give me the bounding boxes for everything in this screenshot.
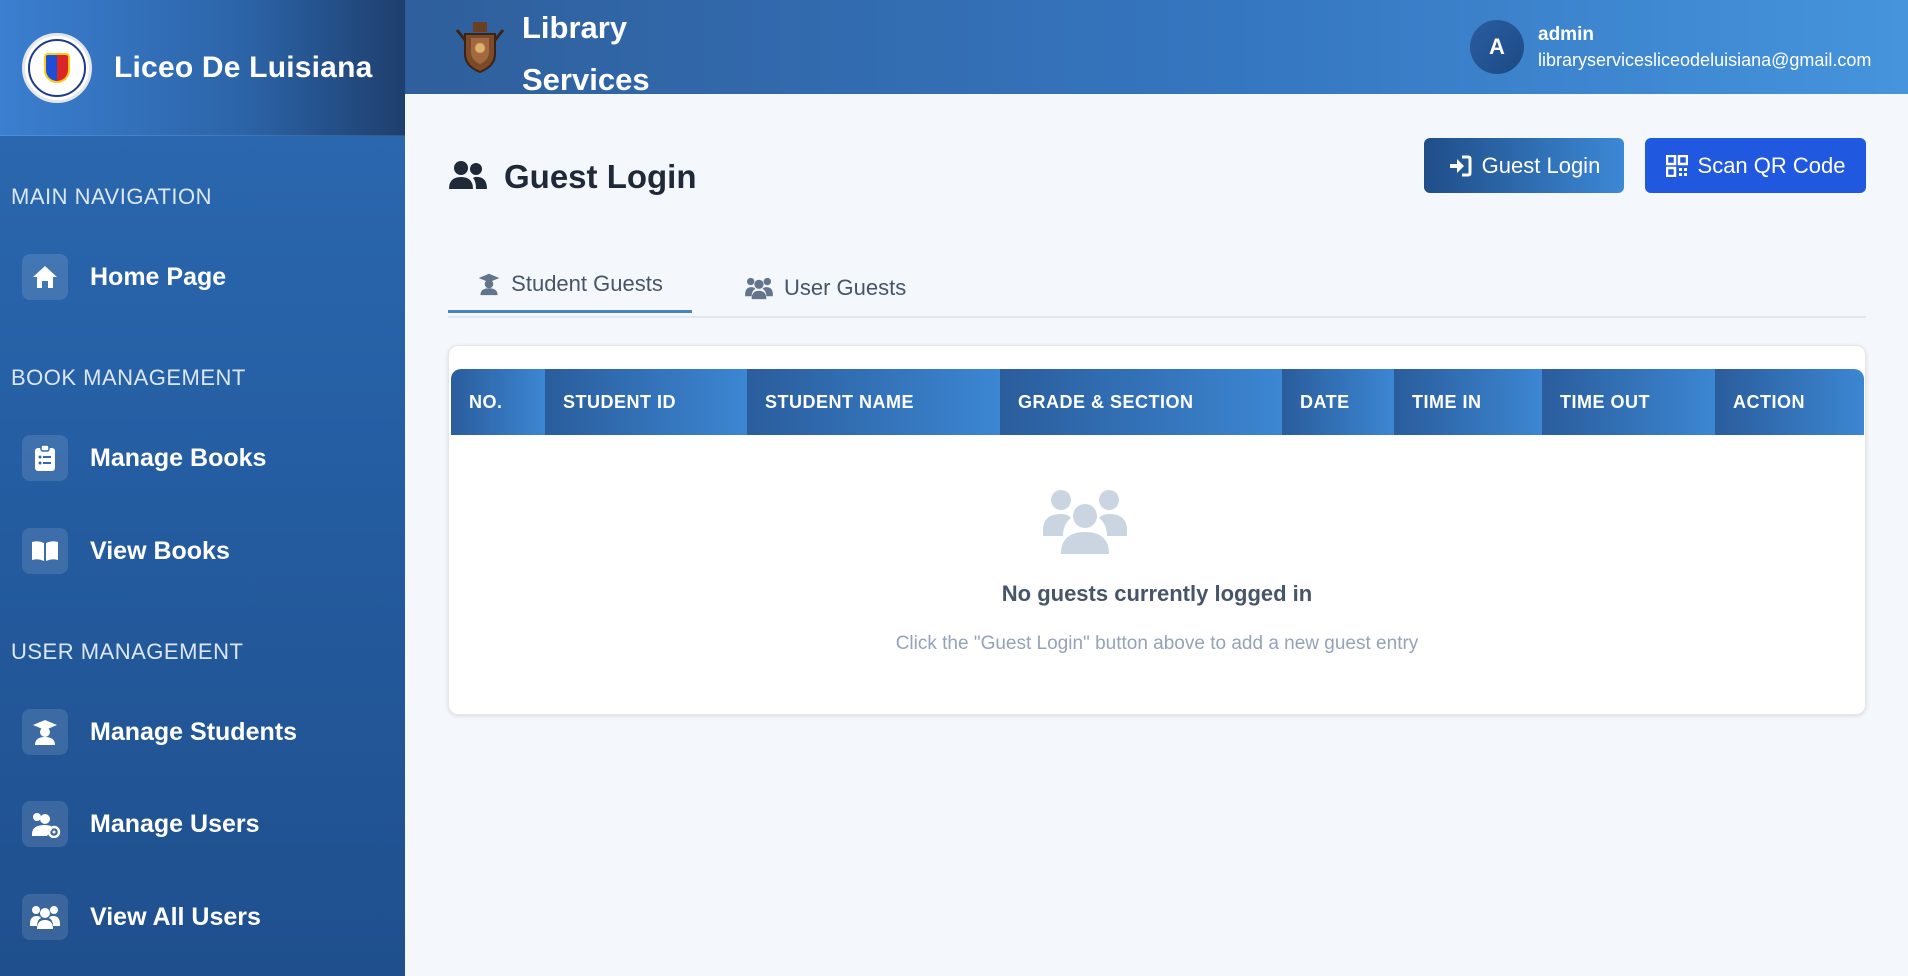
nav-section-main: MAIN NAVIGATION [11, 184, 213, 209]
home-icon [22, 254, 68, 300]
column-header: STUDENT ID [545, 369, 747, 435]
empty-state-title: No guests currently logged in [1001, 581, 1313, 606]
library-crest-logo [449, 16, 511, 74]
sidebar-item-manage-users[interactable]: Manage Users [22, 799, 260, 849]
empty-state-subtitle: Click the "Guest Login" button above to … [895, 633, 1419, 654]
column-header: TIME OUT [1542, 369, 1715, 435]
sidebar-item-label: Manage Users [90, 809, 260, 838]
clipboard-list-icon [22, 435, 68, 481]
top-bar: Library Services A admin libraryservices… [405, 0, 1908, 97]
app-title: Library Services [522, 10, 650, 97]
sidebar-item-label: Manage Students [90, 717, 297, 746]
column-header: NO. [451, 369, 545, 435]
tab-user-guests[interactable]: User Guests [744, 258, 906, 318]
users-icon [745, 277, 773, 300]
brand[interactable]: Liceo De Luisiana [0, 0, 405, 136]
users-gear-icon [22, 801, 68, 847]
sidebar-item-label: View Books [90, 536, 230, 565]
book-open-icon [22, 528, 68, 574]
sidebar: Liceo De Luisiana MAIN NAVIGATION Home P… [0, 0, 405, 976]
qr-code-icon [1665, 154, 1688, 177]
page-header: Guest Login [448, 158, 697, 196]
sidebar-item-home[interactable]: Home Page [22, 252, 226, 302]
guest-tabs: Student Guests User Guests [448, 258, 1866, 318]
graduate-icon [478, 273, 500, 296]
users-icon [448, 159, 488, 196]
brand-name: Liceo De Luisiana [114, 50, 373, 84]
empty-users-icon [1043, 486, 1127, 559]
sidebar-item-view-books[interactable]: View Books [22, 526, 230, 576]
graduate-icon [22, 709, 68, 755]
column-header: ACTION [1715, 369, 1864, 435]
guest-login-button[interactable]: Guest Login [1424, 138, 1624, 193]
page-title: Guest Login [504, 158, 697, 195]
sidebar-item-label: Home Page [90, 262, 227, 291]
user-name: admin [1538, 24, 1594, 45]
users-icon [22, 894, 68, 940]
sign-in-icon [1449, 155, 1472, 176]
sidebar-item-label: Manage Books [90, 443, 267, 472]
sidebar-item-manage-students[interactable]: Manage Students [22, 707, 297, 757]
column-header: STUDENT NAME [747, 369, 1000, 435]
nav-section-books: BOOK MANAGEMENT [11, 365, 246, 390]
avatar[interactable]: A [1470, 20, 1524, 74]
sidebar-item-manage-books[interactable]: Manage Books [22, 433, 266, 483]
sidebar-item-label: View All Users [90, 902, 261, 931]
column-header: GRADE & SECTION [1000, 369, 1282, 435]
tab-student-guests[interactable]: Student Guests [448, 258, 692, 313]
nav-section-users: USER MANAGEMENT [11, 639, 244, 664]
user-email: libraryservicesliceodeluisiana@gmail.com [1538, 50, 1872, 70]
sidebar-item-view-all-users[interactable]: View All Users [22, 892, 261, 942]
table-header: NO. STUDENT ID STUDENT NAME GRADE & SECT… [451, 369, 1864, 435]
school-seal-logo [22, 32, 92, 103]
column-header: TIME IN [1394, 369, 1542, 435]
column-header: DATE [1282, 369, 1394, 435]
guests-table-card: NO. STUDENT ID STUDENT NAME GRADE & SECT… [448, 345, 1866, 715]
scan-qr-code-button[interactable]: Scan QR Code [1645, 138, 1866, 193]
